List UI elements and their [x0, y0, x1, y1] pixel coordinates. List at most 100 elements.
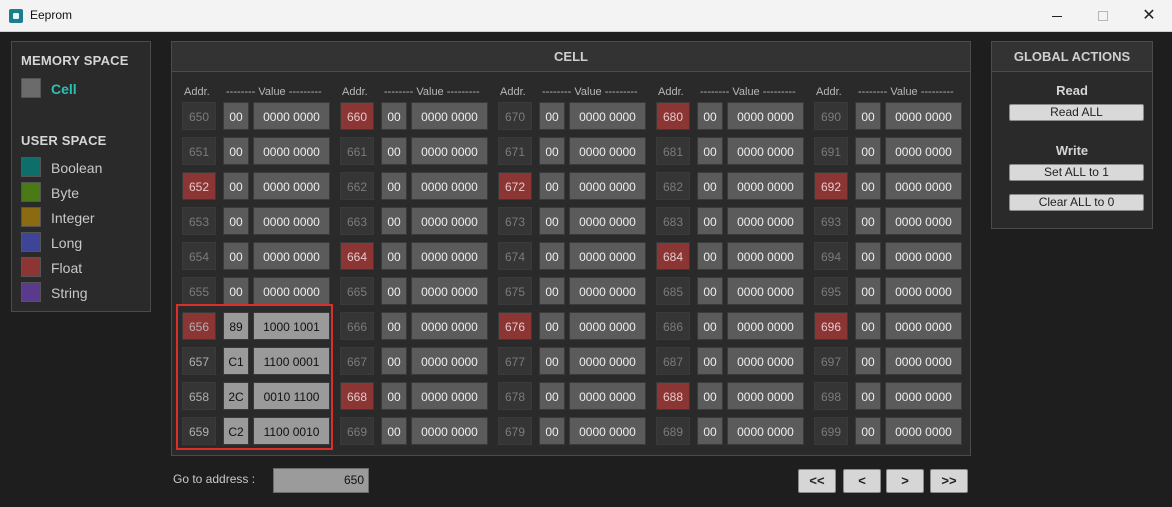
legend-item-long[interactable]: Long	[21, 232, 146, 252]
cell-binary-value[interactable]: 0000 0000	[885, 207, 962, 235]
cell-address[interactable]: 694	[814, 242, 848, 270]
cell-hex-value[interactable]: 00	[223, 172, 249, 200]
cell-address[interactable]: 682	[656, 172, 690, 200]
cell-binary-value[interactable]: 0000 0000	[411, 277, 488, 305]
clear-all-button[interactable]: Clear ALL to 0	[1009, 194, 1144, 211]
cell-address[interactable]: 679	[498, 417, 532, 445]
cell-address[interactable]: 667	[340, 347, 374, 375]
goto-address-input[interactable]: 650	[273, 468, 369, 493]
cell-binary-value[interactable]: 0000 0000	[885, 172, 962, 200]
cell-binary-value[interactable]: 0000 0000	[885, 242, 962, 270]
cell-binary-value[interactable]: 0000 0000	[727, 312, 804, 340]
cell-binary-value[interactable]: 0000 0000	[411, 207, 488, 235]
cell-hex-value[interactable]: 00	[539, 207, 565, 235]
cell-binary-value[interactable]: 0000 0000	[253, 242, 330, 270]
cell-binary-value[interactable]: 0000 0000	[569, 382, 646, 410]
cell-binary-value[interactable]: 0000 0000	[569, 102, 646, 130]
cell-hex-value[interactable]: 00	[855, 277, 881, 305]
cell-address[interactable]: 650	[182, 102, 216, 130]
cell-hex-value[interactable]: 00	[855, 207, 881, 235]
cell-address[interactable]: 696	[814, 312, 848, 340]
cell-binary-value[interactable]: 0000 0000	[411, 137, 488, 165]
cell-hex-value[interactable]: 00	[855, 102, 881, 130]
cell-address[interactable]: 665	[340, 277, 374, 305]
cell-address[interactable]: 686	[656, 312, 690, 340]
cell-address[interactable]: 678	[498, 382, 532, 410]
cell-binary-value[interactable]: 0000 0000	[885, 312, 962, 340]
cell-address[interactable]: 654	[182, 242, 216, 270]
cell-binary-value[interactable]: 0000 0000	[411, 172, 488, 200]
minimize-button[interactable]	[1034, 0, 1080, 32]
first-page-button[interactable]: <<	[798, 469, 836, 493]
cell-binary-value[interactable]: 0000 0000	[885, 382, 962, 410]
cell-binary-value[interactable]: 0000 0000	[885, 102, 962, 130]
cell-binary-value[interactable]: 0000 0000	[727, 417, 804, 445]
cell-hex-value[interactable]: 00	[381, 417, 407, 445]
cell-binary-value[interactable]: 0000 0000	[253, 277, 330, 305]
set-all-button[interactable]: Set ALL to 1	[1009, 164, 1144, 181]
legend-item-float[interactable]: Float	[21, 257, 146, 277]
cell-binary-value[interactable]: 0000 0000	[411, 417, 488, 445]
cell-binary-value[interactable]: 0000 0000	[253, 137, 330, 165]
cell-hex-value[interactable]: 00	[223, 137, 249, 165]
cell-address[interactable]: 684	[656, 242, 690, 270]
cell-hex-value[interactable]: 00	[539, 382, 565, 410]
cell-binary-value[interactable]: 0000 0000	[885, 277, 962, 305]
cell-binary-value[interactable]: 0000 0000	[569, 277, 646, 305]
legend-item-integer[interactable]: Integer	[21, 207, 146, 227]
cell-hex-value[interactable]: 00	[223, 277, 249, 305]
cell-address[interactable]: 664	[340, 242, 374, 270]
legend-item-cell[interactable]: Cell	[21, 78, 146, 98]
cell-hex-value[interactable]: 00	[381, 207, 407, 235]
cell-binary-value[interactable]: 0000 0000	[411, 347, 488, 375]
cell-hex-value[interactable]: 00	[697, 312, 723, 340]
cell-hex-value[interactable]: 00	[697, 137, 723, 165]
cell-binary-value[interactable]: 0000 0000	[569, 242, 646, 270]
legend-item-string[interactable]: String	[21, 282, 146, 302]
cell-binary-value[interactable]: 0000 0000	[569, 207, 646, 235]
cell-address[interactable]: 695	[814, 277, 848, 305]
cell-address[interactable]: 663	[340, 207, 374, 235]
cell-hex-value[interactable]: 00	[697, 347, 723, 375]
cell-hex-value[interactable]: 00	[539, 347, 565, 375]
cell-binary-value[interactable]: 0000 0000	[569, 312, 646, 340]
cell-binary-value[interactable]: 0000 0000	[569, 417, 646, 445]
cell-binary-value[interactable]: 0000 0000	[569, 172, 646, 200]
cell-hex-value[interactable]: 00	[381, 102, 407, 130]
cell-binary-value[interactable]: 0000 0000	[411, 382, 488, 410]
cell-hex-value[interactable]: 00	[381, 137, 407, 165]
cell-hex-value[interactable]: 00	[855, 172, 881, 200]
cell-hex-value[interactable]: 00	[539, 277, 565, 305]
cell-hex-value[interactable]: 00	[223, 242, 249, 270]
cell-address[interactable]: 652	[182, 172, 216, 200]
cell-address[interactable]: 670	[498, 102, 532, 130]
cell-binary-value[interactable]: 0000 0000	[727, 277, 804, 305]
cell-address[interactable]: 677	[498, 347, 532, 375]
cell-hex-value[interactable]: 00	[697, 382, 723, 410]
cell-hex-value[interactable]: 00	[855, 417, 881, 445]
cell-binary-value[interactable]: 0000 0000	[727, 382, 804, 410]
cell-address[interactable]: 651	[182, 137, 216, 165]
cell-hex-value[interactable]: 00	[697, 277, 723, 305]
cell-hex-value[interactable]: 00	[855, 137, 881, 165]
cell-address[interactable]: 662	[340, 172, 374, 200]
cell-hex-value[interactable]: 00	[697, 172, 723, 200]
cell-hex-value[interactable]: 00	[223, 102, 249, 130]
cell-binary-value[interactable]: 0000 0000	[253, 172, 330, 200]
cell-binary-value[interactable]: 0000 0000	[727, 242, 804, 270]
cell-hex-value[interactable]: 00	[855, 312, 881, 340]
cell-hex-value[interactable]: 00	[381, 312, 407, 340]
cell-binary-value[interactable]: 0000 0000	[569, 347, 646, 375]
cell-address[interactable]: 697	[814, 347, 848, 375]
cell-binary-value[interactable]: 0000 0000	[727, 347, 804, 375]
cell-address[interactable]: 673	[498, 207, 532, 235]
cell-hex-value[interactable]: 00	[697, 417, 723, 445]
legend-item-byte[interactable]: Byte	[21, 182, 146, 202]
cell-hex-value[interactable]: 00	[697, 242, 723, 270]
cell-binary-value[interactable]: 0000 0000	[411, 102, 488, 130]
cell-address[interactable]: 669	[340, 417, 374, 445]
close-button[interactable]: ✕	[1126, 0, 1172, 32]
cell-address[interactable]: 687	[656, 347, 690, 375]
cell-address[interactable]: 685	[656, 277, 690, 305]
cell-address[interactable]: 698	[814, 382, 848, 410]
